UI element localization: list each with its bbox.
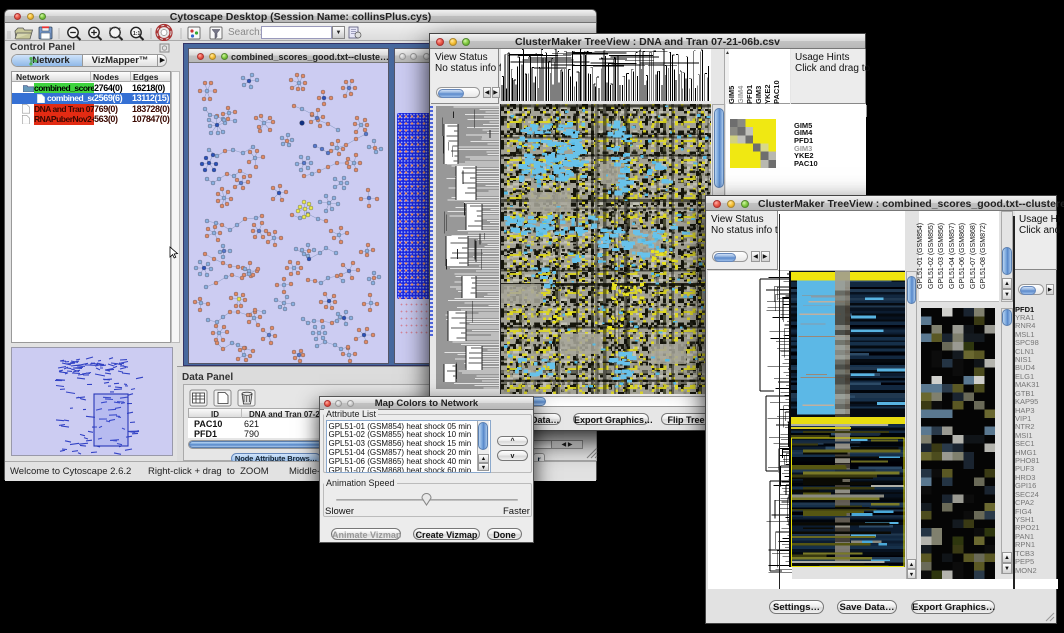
svg-text:1:1: 1:1: [133, 31, 140, 37]
